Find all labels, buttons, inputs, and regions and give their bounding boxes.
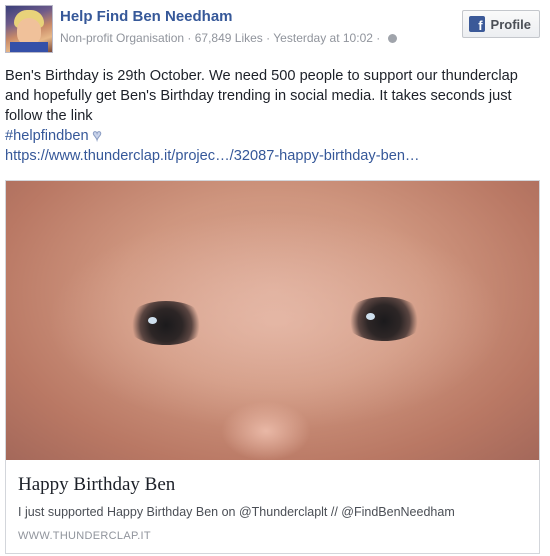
page-name-link[interactable]: Help Find Ben Needham — [60, 8, 233, 25]
preview-image[interactable] — [6, 181, 539, 460]
meta-separator: · — [376, 31, 381, 45]
globe-icon — [387, 34, 397, 43]
preview-description: I just supported Happy Birthday Ben on @… — [18, 505, 455, 519]
preview-title[interactable]: Happy Birthday Ben — [18, 474, 175, 496]
link-preview-card[interactable]: Happy Birthday Ben I just supported Happ… — [5, 180, 540, 554]
facebook-post: Help Find Ben Needham Non-profit Organis… — [0, 0, 550, 556]
profile-button-label: Profile — [490, 16, 531, 32]
post-meta: Non-profit Organisation · 67,849 Likes ·… — [60, 31, 397, 45]
profile-button[interactable]: f Profile — [461, 10, 540, 38]
page-avatar[interactable] — [5, 5, 53, 53]
facebook-icon: f — [468, 16, 485, 32]
page-likes[interactable]: 67,849 Likes — [195, 31, 263, 45]
avatar-shirt — [10, 42, 48, 52]
right-eye — [344, 297, 424, 341]
nose — [221, 401, 311, 460]
post-timestamp[interactable]: Yesterday at 10:02 — [273, 31, 373, 45]
photo-highlight — [46, 211, 506, 431]
heart-emoji-icon: ♥ — [92, 127, 102, 145]
meta-separator: · — [266, 31, 271, 45]
preview-info[interactable]: Happy Birthday Ben I just supported Happ… — [6, 460, 539, 553]
preview-domain: WWW.THUNDERCLAP.IT — [18, 530, 151, 542]
post-text: Ben's Birthday is 29th October. We need … — [5, 66, 540, 166]
post-link[interactable]: https://www.thunderclap.it/projec…/32087… — [5, 148, 420, 164]
meta-separator: · — [187, 31, 192, 45]
hashtag-link[interactable]: #helpfindben — [5, 128, 89, 144]
post-body: Ben's Birthday is 29th October. We need … — [5, 68, 518, 124]
page-category: Non-profit Organisation — [60, 31, 185, 45]
left-eye — [126, 301, 206, 345]
